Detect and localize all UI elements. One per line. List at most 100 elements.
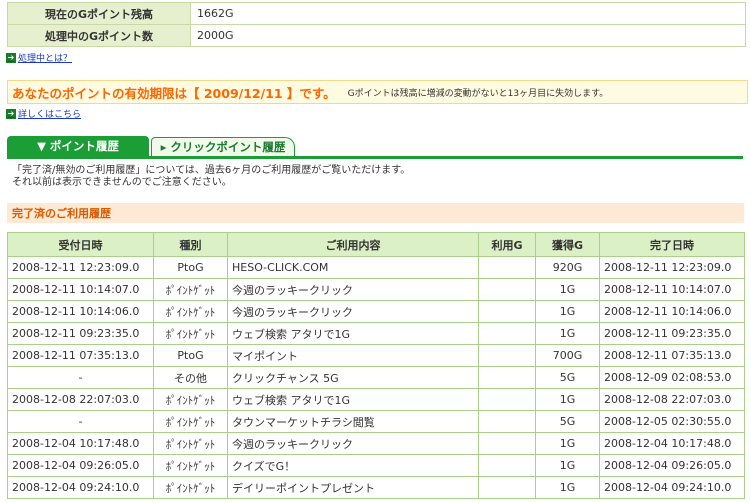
table-cell: 2008-12-11 10:14:07.0 — [7, 278, 154, 301]
column-header: 受付日時 — [7, 232, 154, 257]
table-cell: 2008-12-11 10:14:06.0 — [7, 300, 154, 323]
table-cell: 1G — [535, 300, 600, 323]
table-cell: その他 — [153, 366, 228, 389]
table-cell: 今週のラッキークリック — [227, 432, 479, 455]
details-link[interactable]: ➔ 詳しくはこちら — [6, 107, 81, 120]
tab-click-point-history[interactable]: ▸ クリックポイント履歴 — [151, 137, 295, 156]
table-cell: 2008-12-09 02:08:53.0 — [599, 366, 745, 389]
history-tabs: ▼ ポイント履歴 ▸ クリックポイント履歴 — [7, 136, 295, 156]
table-row: 2008-12-08 22:07:03.0 ﾎﾟｲﾝﾄｹﾞｯﾄ ウェブ検索 アタリで… — [7, 388, 745, 411]
table-cell: クリックチャンス 5G — [227, 366, 479, 389]
table-cell: ﾎﾟｲﾝﾄｹﾞｯﾄ — [153, 432, 228, 455]
details-link-text: 詳しくはこちら — [18, 110, 82, 120]
arrow-right-icon: ➔ — [6, 108, 16, 119]
table-cell: 2008-12-11 10:14:06.0 — [599, 300, 745, 323]
table-cell: 2008-12-04 09:24:10.0 — [7, 476, 154, 499]
table-cell: クイズでG！ — [227, 454, 479, 477]
table-cell: ﾎﾟｲﾝﾄｹﾞｯﾄ — [153, 322, 228, 345]
table-cell: 2008-12-11 10:14:07.0 — [599, 278, 745, 301]
table-cell: ﾎﾟｲﾝﾄｹﾞｯﾄ — [153, 476, 228, 499]
expiry-main-text: あなたのポイントの有効期限は【 2009/12/11 】です。 — [12, 85, 336, 101]
summary-row-balance: 現在のGポイント残高 1662G — [7, 2, 746, 25]
table-cell: 2008-12-11 07:35:13.0 — [599, 344, 745, 367]
table-cell: ウェブ検索 アタリで1G — [227, 322, 479, 345]
table-cell: 1G — [535, 322, 600, 345]
table-cell: デイリーポイントプレゼント — [227, 476, 479, 499]
table-cell: 2008-12-04 09:26:05.0 — [7, 454, 154, 477]
summary-label: 現在のGポイント残高 — [7, 2, 191, 25]
history-notice: 「完了済/無効のご利用履歴」については、過去6ヶ月のご利用履歴がご覧いただけます… — [12, 165, 410, 189]
history-table: 受付日時 種別 ご利用内容 利用G 獲得G 完了日時 2008-12-11 12… — [7, 232, 745, 499]
summary-value: 2000G — [190, 24, 746, 47]
table-cell: ﾎﾟｲﾝﾄｹﾞｯﾄ — [153, 454, 228, 477]
table-cell: 1G — [535, 454, 600, 477]
table-cell: 1G — [535, 432, 600, 455]
table-cell: 2008-12-04 09:26:05.0 — [599, 454, 745, 477]
column-header: ご利用内容 — [227, 232, 479, 257]
table-cell: 今週のラッキークリック — [227, 278, 479, 301]
table-cell: PtoG — [153, 344, 228, 367]
section-title: 完了済のご利用履歴 — [7, 203, 744, 223]
table-cell: 2008-12-08 22:07:03.0 — [7, 388, 154, 411]
table-cell: ﾎﾟｲﾝﾄｹﾞｯﾄ — [153, 278, 228, 301]
processing-help-link[interactable]: ➔ 処理中とは？ — [6, 51, 72, 64]
table-cell — [478, 410, 536, 433]
table-cell: ウェブ検索 アタリで1G — [227, 388, 479, 411]
column-header: 完了日時 — [599, 232, 745, 257]
table-cell: 2008-12-11 09:23:35.0 — [7, 322, 154, 345]
tab-point-history[interactable]: ▼ ポイント履歴 — [7, 136, 149, 156]
table-row: - ﾎﾟｲﾝﾄｹﾞｯﾄ タウンマーケットチラシ閲覧 5G 2008-12-05 02:3… — [7, 410, 745, 433]
table-cell — [478, 322, 536, 345]
table-cell — [478, 344, 536, 367]
table-cell: ﾎﾟｲﾝﾄｹﾞｯﾄ — [153, 300, 228, 323]
table-cell — [478, 256, 536, 279]
history-header-row: 受付日時 種別 ご利用内容 利用G 獲得G 完了日時 — [7, 232, 745, 257]
expiry-banner: あなたのポイントの有効期限は【 2009/12/11 】です。 Gポイントは残高… — [7, 80, 748, 104]
table-cell: 2008-12-11 12:23:09.0 — [7, 256, 154, 279]
table-cell: 1G — [535, 388, 600, 411]
table-row: 2008-12-11 10:14:06.0 ﾎﾟｲﾝﾄｹﾞｯﾄ 今週のラッキークリッ… — [7, 300, 745, 323]
table-cell: PtoG — [153, 256, 228, 279]
table-row: 2008-12-11 09:23:35.0 ﾎﾟｲﾝﾄｹﾞｯﾄ ウェブ検索 アタリで… — [7, 322, 745, 345]
table-cell — [478, 278, 536, 301]
table-cell — [478, 432, 536, 455]
table-cell: 1G — [535, 476, 600, 499]
column-header: 利用G — [478, 232, 536, 257]
notice-line: 「完了済/無効のご利用履歴」については、過去6ヶ月のご利用履歴がご覧いただけます… — [12, 165, 411, 176]
table-cell: 2008-12-11 09:23:35.0 — [599, 322, 745, 345]
history-body: 2008-12-11 12:23:09.0 PtoG HESO-CLICK.COM 9… — [7, 256, 745, 499]
table-cell: ﾎﾟｲﾝﾄｹﾞｯﾄ — [153, 388, 228, 411]
table-cell — [478, 388, 536, 411]
point-summary-table: 現在のGポイント残高 1662G 処理中のGポイント数 2000G — [7, 2, 746, 47]
table-cell: 5G — [535, 410, 600, 433]
column-header: 獲得G — [535, 232, 600, 257]
table-row: 2008-12-11 12:23:09.0 PtoG HESO-CLICK.COM 9… — [7, 256, 745, 279]
table-cell — [478, 300, 536, 323]
table-row: 2008-12-04 09:24:10.0 ﾎﾟｲﾝﾄｹﾞｯﾄ デイリーポイントプレ… — [7, 476, 745, 499]
table-cell — [478, 454, 536, 477]
table-cell: - — [7, 366, 154, 389]
table-cell: ﾎﾟｲﾝﾄｹﾞｯﾄ — [153, 410, 228, 433]
column-header: 種別 — [153, 232, 228, 257]
summary-value: 1662G — [190, 2, 746, 25]
table-row: 2008-12-04 09:26:05.0 ﾎﾟｲﾝﾄｹﾞｯﾄ クイズでG！ 1G 20… — [7, 454, 745, 477]
table-cell: 920G — [535, 256, 600, 279]
table-cell: 2008-12-11 07:35:13.0 — [7, 344, 154, 367]
expiry-note-text: Gポイントは残高に増減の変動がないと13ヶ月目に失効します。 — [347, 88, 609, 99]
table-cell: 5G — [535, 366, 600, 389]
processing-help-text: 処理中とは？ — [18, 54, 73, 64]
table-cell: 2008-12-08 22:07:03.0 — [599, 388, 745, 411]
notice-line: それ以前は表示できませんのでご注意ください。 — [12, 177, 232, 188]
table-row: 2008-12-04 10:17:48.0 ﾎﾟｲﾝﾄｹﾞｯﾄ 今週のラッキークリッ… — [7, 432, 745, 455]
table-row: - その他 クリックチャンス 5G 5G 2008-12-09 02:08:53.0 — [7, 366, 745, 389]
table-cell: 2008-12-11 12:23:09.0 — [599, 256, 745, 279]
table-cell: HESO-CLICK.COM — [227, 256, 479, 279]
table-cell: マイポイント — [227, 344, 479, 367]
table-cell: 1G — [535, 278, 600, 301]
table-cell: タウンマーケットチラシ閲覧 — [227, 410, 479, 433]
summary-row-processing: 処理中のGポイント数 2000G — [7, 24, 746, 47]
summary-label: 処理中のGポイント数 — [7, 24, 191, 47]
table-cell: 2008-12-05 02:30:55.0 — [599, 410, 745, 433]
table-cell: 700G — [535, 344, 600, 367]
table-cell: 2008-12-04 10:17:48.0 — [599, 432, 745, 455]
